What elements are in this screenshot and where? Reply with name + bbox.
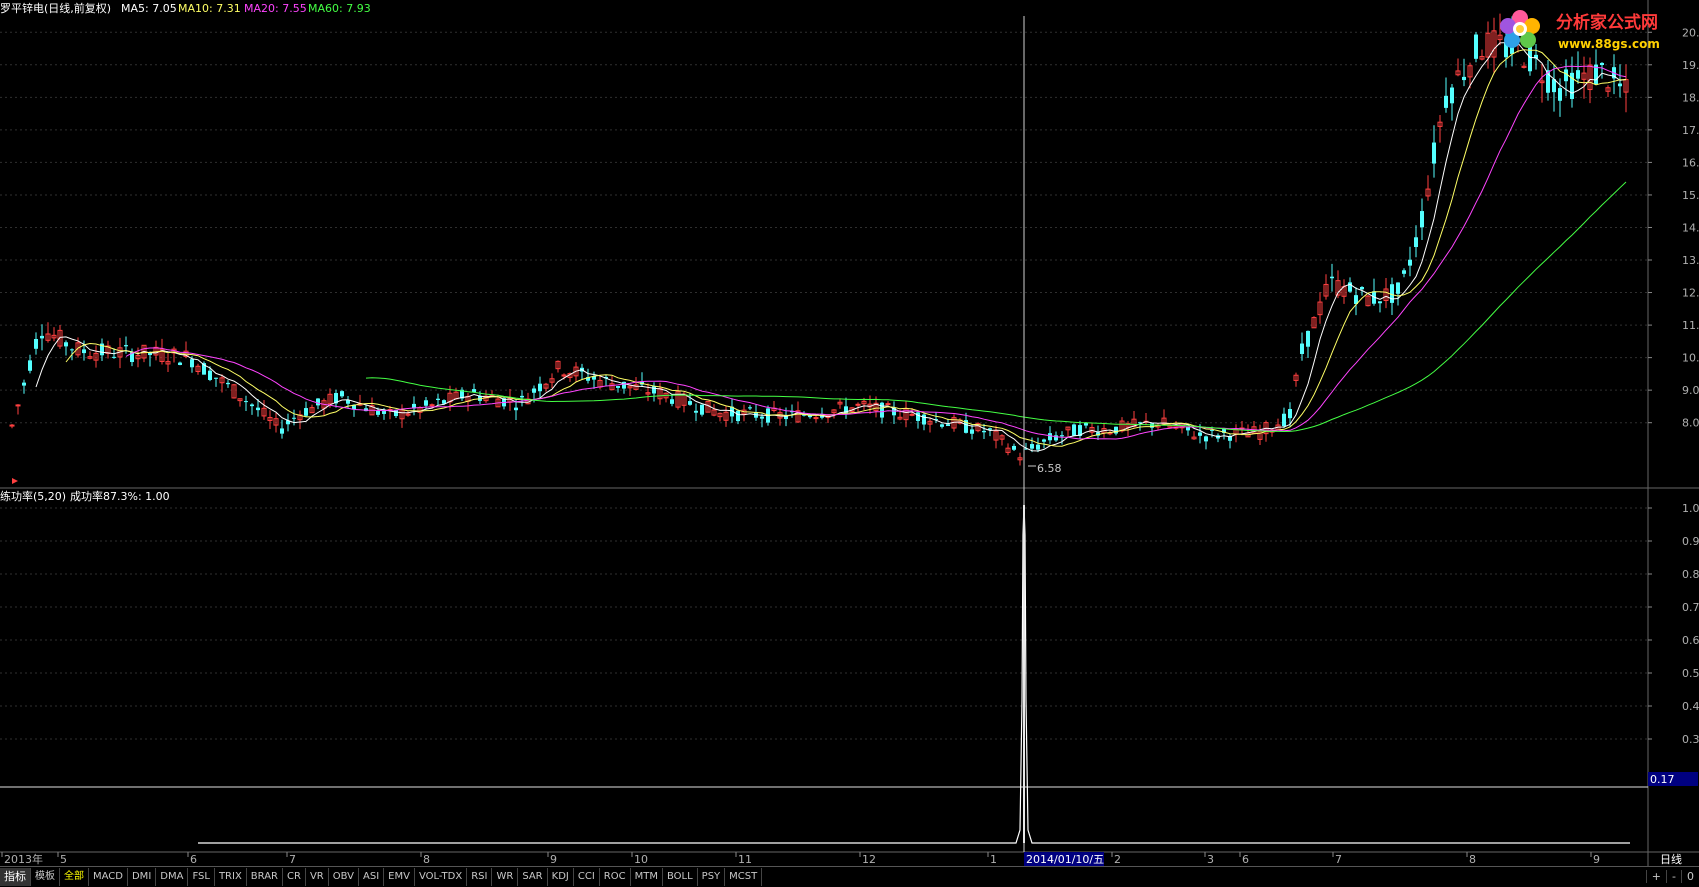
ma10-label: MA10: 7.31 — [178, 2, 241, 15]
scroll-left-marker[interactable] — [12, 478, 18, 484]
date-axis-label: 5 — [60, 853, 67, 866]
price-axis-label: 14.00 — [1682, 221, 1699, 234]
period-label[interactable]: 日线 — [1660, 852, 1682, 866]
price-grid — [0, 0, 1699, 866]
price-axis-label: 13.00 — [1682, 254, 1699, 267]
zoom-control-zero[interactable]: 0 — [1681, 869, 1699, 883]
date-axis-label: 6 — [1242, 853, 1249, 866]
tab-vol-tdx[interactable]: VOL-TDX — [415, 868, 468, 886]
tab-模板[interactable]: 模板 — [31, 868, 60, 886]
zoom-control-plus[interactable]: + — [1645, 869, 1666, 883]
date-axis-label: 8 — [1469, 853, 1476, 866]
tab-mtm[interactable]: MTM — [631, 868, 663, 886]
date-axis-label: 8 — [423, 853, 430, 866]
tab-wr[interactable]: WR — [492, 868, 519, 886]
tab-cr[interactable]: CR — [283, 868, 306, 886]
date-axis-label: 2013年 — [4, 852, 43, 866]
price-axis: 20.0019.0018.0017.0016.0015.0014.0013.00… — [1648, 26, 1699, 430]
tab-dma[interactable]: DMA — [156, 868, 189, 886]
logo: 分析家公式网 www.88gs.com — [1496, 4, 1696, 56]
stock-title: 罗平锌电(日线,前复权) — [0, 1, 111, 15]
tab-指标[interactable]: 指标 — [0, 868, 31, 886]
price-axis-label: 17.00 — [1682, 124, 1699, 137]
indicator-axis-label: 0.50 — [1682, 667, 1699, 680]
indicator-axis-label: 1.00 — [1682, 502, 1699, 515]
tab-vr[interactable]: VR — [306, 868, 329, 886]
date-axis-label: 3 — [1207, 853, 1214, 866]
date-axis-label: 9 — [1593, 853, 1600, 866]
date-axis-label: 6 — [190, 853, 197, 866]
tab-roc[interactable]: ROC — [600, 868, 631, 886]
flower-logo-icon — [1500, 10, 1540, 48]
tab-全部[interactable]: 全部 — [60, 868, 89, 886]
indicator-axis-label: 0.60 — [1682, 634, 1699, 647]
ma5-label: MA5: 7.05 — [121, 2, 177, 15]
tab-rsi[interactable]: RSI — [467, 868, 493, 886]
price-axis-label: 8.00 — [1682, 417, 1699, 430]
tab-mcst[interactable]: MCST — [725, 868, 763, 886]
date-axis-label: 11 — [738, 853, 752, 866]
date-axis-label: 12 — [862, 853, 876, 866]
tab-kdj[interactable]: KDJ — [548, 868, 574, 886]
price-axis-label: 16.00 — [1682, 156, 1699, 169]
low-price-label: 6.58 — [1037, 462, 1062, 475]
price-axis-label: 10.00 — [1682, 352, 1699, 365]
date-axis-label: 1 — [990, 853, 997, 866]
indicator-axis-label: 0.40 — [1682, 700, 1699, 713]
tab-sar[interactable]: SAR — [518, 868, 548, 886]
tab-psy[interactable]: PSY — [698, 868, 726, 886]
price-axis-label: 11.00 — [1682, 319, 1699, 332]
price-axis-label: 18.00 — [1682, 91, 1699, 104]
date-axis-label: 9 — [550, 853, 557, 866]
price-axis-label: 19.00 — [1682, 59, 1699, 72]
tab-fsl[interactable]: FSL — [188, 868, 215, 886]
date-axis: 2013年 5 6 7 8 9 10 11 12 1 2 3 6 7 8 9 — [1, 852, 1600, 866]
zoom-control-minus[interactable]: - — [1666, 869, 1681, 883]
stock-chart-canvas[interactable]: 20.0019.0018.0017.0016.0015.0014.0013.00… — [0, 0, 1699, 886]
indicator-value-label: 成功率87.3%: 1.00 — [70, 489, 170, 503]
logo-name: 分析家公式网 — [1556, 12, 1658, 33]
logo-url: www.88gs.com — [1558, 37, 1660, 51]
price-axis-label: 12.00 — [1682, 287, 1699, 300]
price-axis-label: 9.00 — [1682, 384, 1699, 397]
indicator-axis: 1.00 0.90 0.80 0.70 0.60 0.50 0.40 0.30 — [0, 502, 1699, 844]
tab-dmi[interactable]: DMI — [128, 868, 157, 886]
tab-cci[interactable]: CCI — [574, 868, 600, 886]
tab-obv[interactable]: OBV — [329, 868, 359, 886]
cursor-date: 2014/01/10/五 — [1026, 853, 1104, 866]
date-axis-label: 2 — [1114, 853, 1121, 866]
indicator-axis-label: 0.70 — [1682, 601, 1699, 614]
indicator-axis-label: 0.30 — [1682, 733, 1699, 746]
price-axis-label: 15.00 — [1682, 189, 1699, 202]
ma20-label: MA20: 7.55 — [244, 2, 307, 15]
indicator-tab-bar: 指标 模板 全部 MACD DMI DMA FSL TRIX BRAR CR VR OBV ASI EMV… — [0, 866, 1699, 887]
tab-trix[interactable]: TRIX — [215, 868, 247, 886]
indicator-axis-label: 0.80 — [1682, 568, 1699, 581]
tab-boll[interactable]: BOLL — [663, 868, 698, 886]
indicator-grid — [0, 507, 1648, 740]
date-axis-label: 7 — [289, 853, 296, 866]
indicator-axis-label: 0.90 — [1682, 535, 1699, 548]
tab-emv[interactable]: EMV — [384, 868, 415, 886]
tab-macd[interactable]: MACD — [89, 868, 128, 886]
tab-asi[interactable]: ASI — [359, 868, 385, 886]
date-axis-label: 7 — [1335, 853, 1342, 866]
zoom-controls: + -0 — [1645, 866, 1699, 886]
date-axis-label: 10 — [634, 853, 648, 866]
indicator-title: 练功率(5,20) — [0, 489, 66, 503]
indicator-current-value: 0.17 — [1650, 773, 1675, 786]
ma60-label: MA60: 7.93 — [308, 2, 371, 15]
tab-brar[interactable]: BRAR — [247, 868, 283, 886]
